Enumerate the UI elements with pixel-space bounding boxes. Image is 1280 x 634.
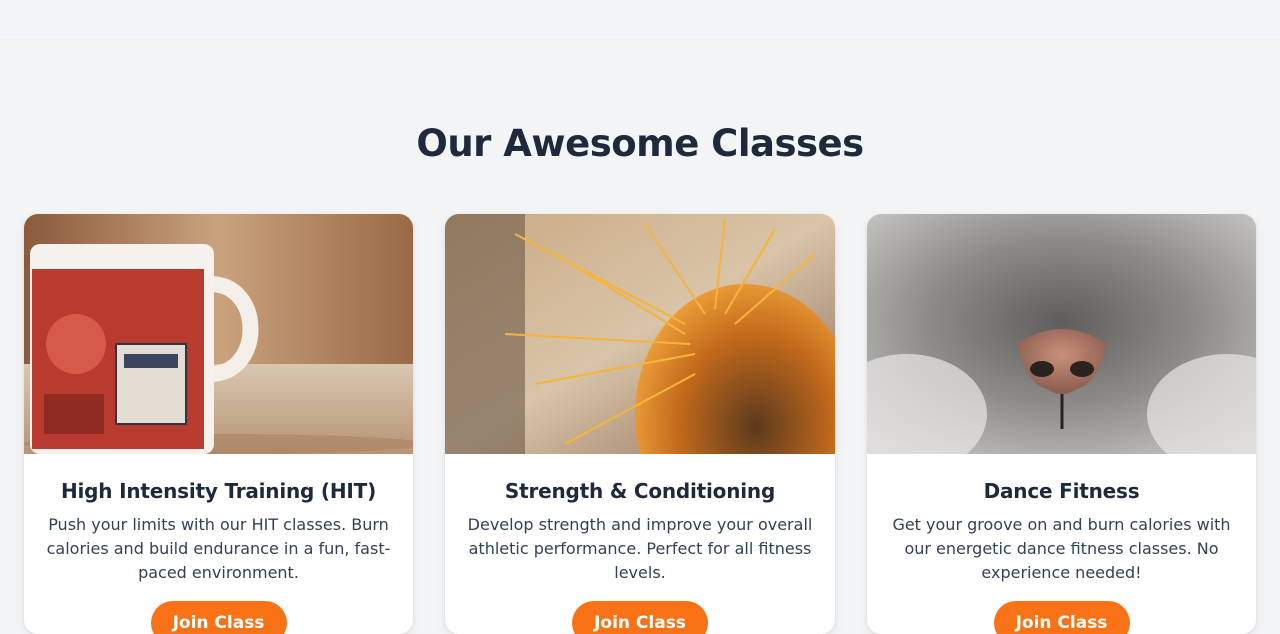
join-class-button[interactable]: Join Class xyxy=(150,601,287,634)
top-band xyxy=(0,0,1280,40)
class-title: Strength & Conditioning xyxy=(504,479,776,503)
join-class-button[interactable]: Join Class xyxy=(993,601,1130,634)
join-class-button[interactable]: Join Class xyxy=(572,601,708,634)
class-title: High Intensity Training (HIT) xyxy=(60,479,377,503)
class-title: Dance Fitness xyxy=(983,479,1140,503)
class-card-dance: Dance Fitness Get your groove on and bur… xyxy=(867,214,1256,634)
class-image-cactus xyxy=(445,214,835,454)
class-image-cat-nose xyxy=(867,214,1256,454)
class-description: Develop strength and improve your overal… xyxy=(467,515,813,582)
class-image-mug xyxy=(24,214,413,454)
class-card-hit: High Intensity Training (HIT) Push your … xyxy=(24,214,413,634)
class-description: Get your groove on and burn calories wit… xyxy=(892,515,1231,582)
class-description: Push your limits with our HIT classes. B… xyxy=(46,515,391,582)
class-card-strength: Strength & Conditioning Develop strength… xyxy=(445,214,835,634)
section-title: Our Awesome Classes xyxy=(416,122,864,165)
